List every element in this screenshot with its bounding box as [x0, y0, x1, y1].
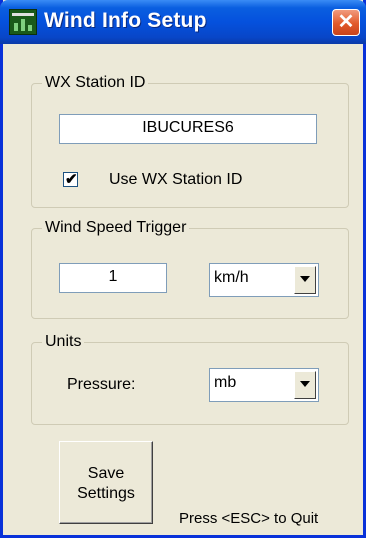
chevron-down-icon[interactable] — [294, 371, 316, 399]
wx-station-legend: WX Station ID — [45, 74, 146, 91]
pressure-label: Pressure: — [67, 376, 136, 393]
units-legend: Units — [45, 333, 82, 350]
dialog-window: Wind Info Setup ✕ WX Station ID IBUCURES… — [0, 0, 366, 538]
use-station-id-checkbox[interactable]: ✔ — [63, 171, 78, 188]
window-title: Wind Info Setup — [44, 9, 207, 32]
app-icon — [9, 9, 37, 35]
save-label-line1: Save — [87, 465, 125, 482]
wind-trigger-legend: Wind Speed Trigger — [45, 219, 187, 236]
title-bar[interactable]: Wind Info Setup ✕ — [0, 0, 366, 44]
wind-unit-select[interactable]: km/h — [209, 263, 319, 297]
checkmark-icon: ✔ — [65, 171, 78, 188]
chevron-down-icon[interactable] — [294, 266, 316, 294]
wind-unit-value: km/h — [214, 269, 249, 286]
save-label-line2: Settings — [77, 485, 135, 502]
pressure-unit-value: mb — [214, 374, 237, 391]
close-icon: ✕ — [337, 11, 355, 33]
use-station-id-label: Use WX Station ID — [109, 171, 243, 188]
wind-speed-input[interactable]: 1 — [59, 263, 167, 293]
close-button[interactable]: ✕ — [332, 9, 360, 36]
station-id-input[interactable]: IBUCURES6 — [59, 114, 317, 144]
save-settings-button[interactable]: Save Settings — [59, 441, 153, 524]
pressure-unit-select[interactable]: mb — [209, 368, 319, 402]
quit-hint: Press <ESC> to Quit — [179, 510, 319, 527]
